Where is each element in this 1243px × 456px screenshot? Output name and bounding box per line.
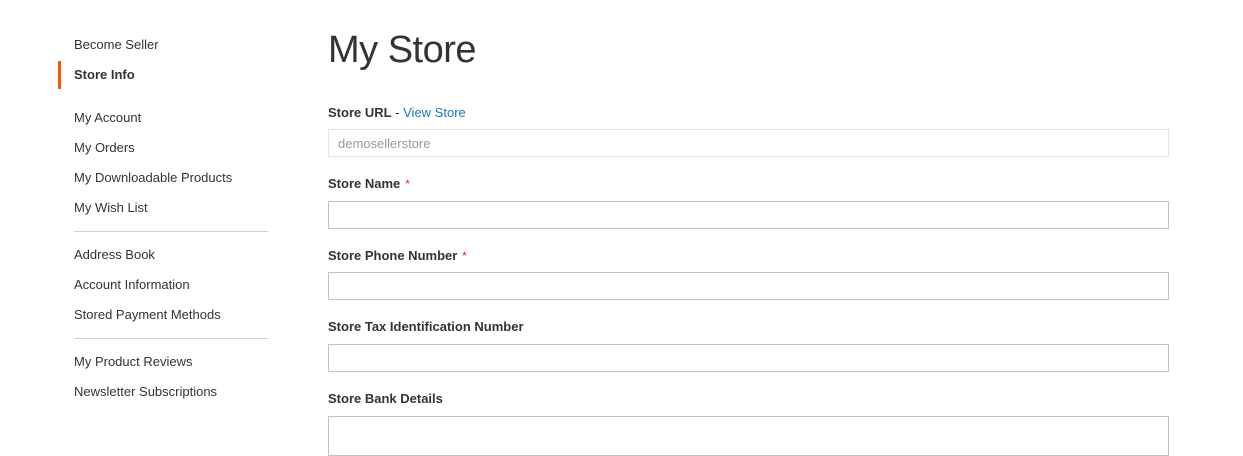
store-tax-id-label-text: Store Tax Identification Number — [328, 319, 524, 334]
store-url-field[interactable] — [328, 129, 1169, 157]
store-url-label-text: Store URL — [328, 105, 392, 120]
store-tax-id-field[interactable] — [328, 344, 1169, 372]
required-asterisk: * — [405, 177, 410, 191]
sidebar-item-my-product-reviews[interactable]: My Product Reviews — [58, 347, 268, 377]
label-separator: - — [391, 105, 404, 120]
sidebar-item-newsletter-subscriptions[interactable]: Newsletter Subscriptions — [58, 377, 268, 407]
store-tax-id-label: Store Tax Identification Number — [328, 319, 524, 334]
store-name-label: Store Name * — [328, 176, 410, 191]
sidebar-item-address-book[interactable]: Address Book — [58, 240, 268, 270]
view-store-link[interactable]: View Store — [403, 105, 466, 120]
sidebar-item-my-orders[interactable]: My Orders — [58, 133, 268, 163]
store-name-label-text: Store Name — [328, 176, 401, 191]
sidebar-item-account-information[interactable]: Account Information — [58, 270, 268, 300]
sidebar-item-store-info[interactable]: Store Info — [58, 61, 268, 89]
store-phone-field[interactable] — [328, 272, 1169, 300]
sidebar-item-stored-payment-methods[interactable]: Stored Payment Methods — [58, 300, 268, 330]
account-sidebar-nav: Become Seller Store Info My Account My O… — [58, 30, 268, 407]
store-bank-details-label: Store Bank Details — [328, 391, 443, 406]
nav-divider — [74, 231, 268, 232]
nav-divider — [74, 338, 268, 339]
nav-group-gap — [58, 89, 268, 103]
store-bank-details-field[interactable] — [328, 416, 1169, 456]
store-phone-label: Store Phone Number * — [328, 248, 467, 263]
store-phone-label-text: Store Phone Number — [328, 248, 458, 263]
store-bank-details-label-text: Store Bank Details — [328, 391, 443, 406]
required-asterisk: * — [462, 249, 467, 263]
page-title: My Store — [328, 29, 477, 71]
sidebar-item-my-wish-list[interactable]: My Wish List — [58, 193, 268, 223]
sidebar-item-become-seller[interactable]: Become Seller — [58, 30, 268, 60]
store-url-label: Store URL - View Store — [328, 105, 466, 120]
store-name-field[interactable] — [328, 201, 1169, 229]
sidebar-item-my-downloadable-products[interactable]: My Downloadable Products — [58, 163, 268, 193]
sidebar-item-my-account[interactable]: My Account — [58, 103, 268, 133]
